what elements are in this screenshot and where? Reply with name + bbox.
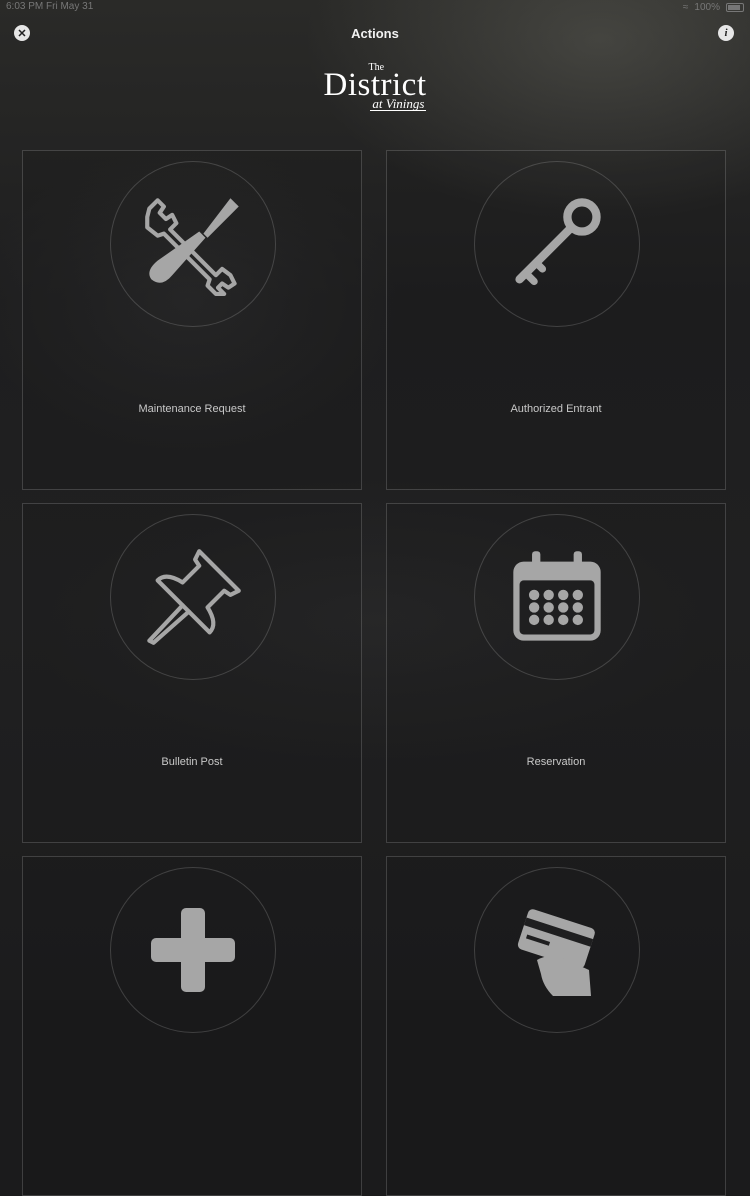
- logo-the: The: [368, 62, 385, 73]
- tile-maintenance-request[interactable]: Maintenance Request: [22, 150, 362, 490]
- tile-label: Authorized Entrant: [510, 403, 602, 415]
- tile-authorized-entrant[interactable]: Authorized Entrant: [386, 150, 726, 490]
- icon-circle: [110, 514, 276, 680]
- logo-sub: at Vinings: [370, 96, 427, 111]
- calendar-icon: [513, 551, 601, 641]
- battery-icon: [726, 2, 744, 12]
- tile-payment[interactable]: [386, 856, 726, 1196]
- tile-label: Bulletin Post: [161, 756, 223, 768]
- status-left: 6:03 PM Fri May 31: [6, 1, 93, 13]
- wrench-screwdriver-icon: [145, 198, 239, 296]
- tile-add[interactable]: [22, 856, 362, 1196]
- status-time: 6:03 PM: [6, 1, 44, 12]
- status-date: Fri May 31: [46, 1, 94, 12]
- close-icon: ✕: [17, 27, 27, 40]
- info-icon: i: [724, 27, 728, 39]
- key-icon: [515, 198, 601, 286]
- icon-circle: [474, 867, 640, 1033]
- status-bar: 6:03 PM Fri May 31 ≈ 100%: [0, 0, 750, 14]
- pushpin-icon: [147, 549, 241, 645]
- icon-circle: [110, 867, 276, 1033]
- payment-card-icon: [517, 909, 595, 996]
- page-title: Actions: [351, 25, 399, 41]
- wifi-icon: ≈: [682, 1, 689, 13]
- battery-percent: 100%: [694, 1, 720, 13]
- district-logo: The District at Vinings: [0, 62, 750, 111]
- status-right: ≈ 100%: [683, 1, 744, 13]
- tile-bulletin-post[interactable]: Bulletin Post: [22, 503, 362, 843]
- icon-circle: [474, 514, 640, 680]
- icon-circle: [110, 161, 276, 327]
- nav-bar: ✕ Actions i: [0, 18, 750, 48]
- icon-circle: [474, 161, 640, 327]
- info-button[interactable]: i: [718, 25, 734, 41]
- tile-reservation[interactable]: Reservation: [386, 503, 726, 843]
- tile-label: Reservation: [526, 756, 586, 768]
- plus-icon: [151, 908, 235, 992]
- tile-label: Maintenance Request: [138, 403, 246, 415]
- close-button[interactable]: ✕: [14, 25, 30, 41]
